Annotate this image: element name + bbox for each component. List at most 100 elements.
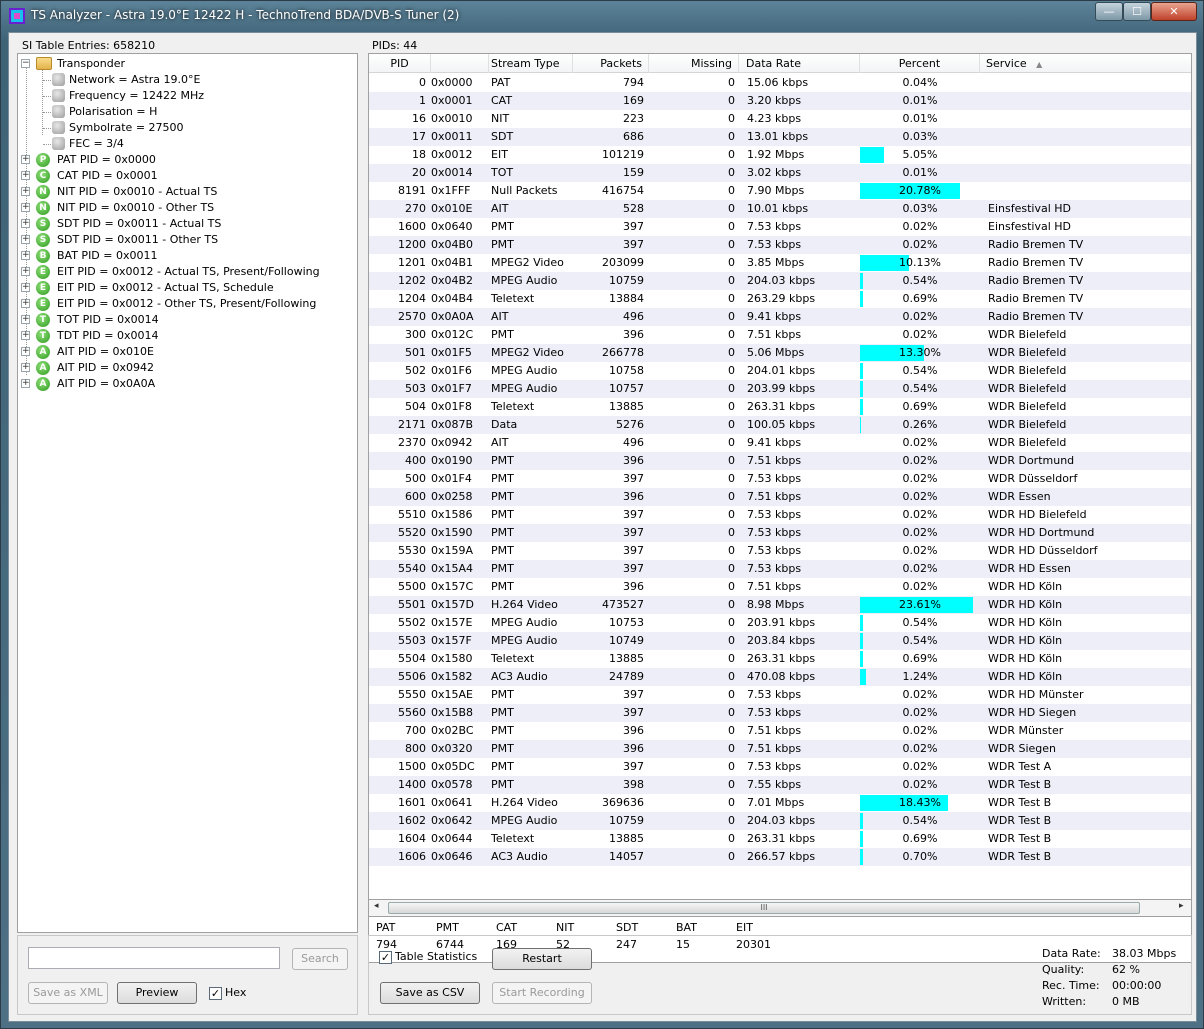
scroll-right-icon[interactable]: ▸ <box>1179 901 1184 911</box>
table-row[interactable]: 400 0x0190 PMT 396 0 7.51 kbps 0.02% WDR Dortmu… <box>369 452 1191 470</box>
table-row[interactable]: 1 0x0001 CAT 169 0 3.20 kbps 0.01% <box>369 92 1191 110</box>
tree-item[interactable]: + S SDT PID = 0x0011 - Actual TS <box>21 216 356 232</box>
table-row[interactable]: 1606 0x0646 AC3 Audio 14057 0 266.57 kbps 0.70… <box>369 848 1191 866</box>
save-as-csv-button[interactable]: Save as CSV <box>380 982 480 1004</box>
column-header-packets[interactable]: Packets <box>573 54 649 73</box>
column-header-percent[interactable]: Percent <box>860 54 980 73</box>
scrollbar-thumb[interactable]: III <box>388 902 1140 914</box>
table-row[interactable]: 504 0x01F8 Teletext 13885 0 263.31 kbps 0.69% W… <box>369 398 1191 416</box>
tree-item[interactable]: + S SDT PID = 0x0011 - Other TS <box>21 232 356 248</box>
table-row[interactable]: 2171 0x087B Data 5276 0 100.05 kbps 0.26% WDR B… <box>369 416 1191 434</box>
tree-item[interactable]: + A AIT PID = 0x010E <box>21 344 356 360</box>
expand-icon[interactable]: + <box>21 203 30 212</box>
column-header-data-rate[interactable]: Data Rate <box>739 54 860 73</box>
tree-item[interactable]: Polarisation = H <box>21 104 356 120</box>
tree-item[interactable]: + N NIT PID = 0x0010 - Actual TS <box>21 184 356 200</box>
table-row[interactable]: 5520 0x1590 PMT 397 0 7.53 kbps 0.02% WDR HD Do… <box>369 524 1191 542</box>
table-row[interactable]: 5560 0x15B8 PMT 397 0 7.53 kbps 0.02% WDR HD Si… <box>369 704 1191 722</box>
table-row[interactable]: 1201 0x04B1 MPEG2 Video 203099 0 3.85 Mbps 10.… <box>369 254 1191 272</box>
search-button[interactable]: Search <box>292 948 348 970</box>
table-row[interactable]: 501 0x01F5 MPEG2 Video 266778 0 5.06 Mbps 13.3… <box>369 344 1191 362</box>
table-row[interactable]: 1204 0x04B4 Teletext 13884 0 263.29 kbps 0.69%… <box>369 290 1191 308</box>
table-row[interactable]: 1202 0x04B2 MPEG Audio 10759 0 204.03 kbps 0.5… <box>369 272 1191 290</box>
table-row[interactable]: 17 0x0011 SDT 686 0 13.01 kbps 0.03% <box>369 128 1191 146</box>
table-row[interactable]: 2370 0x0942 AIT 496 0 9.41 kbps 0.02% WDR Biele… <box>369 434 1191 452</box>
save-as-xml-button[interactable]: Save as XML <box>28 982 108 1004</box>
table-row[interactable]: 5510 0x1586 PMT 397 0 7.53 kbps 0.02% WDR HD Bi… <box>369 506 1191 524</box>
tree-item[interactable]: + A AIT PID = 0x0A0A <box>21 376 356 392</box>
table-row[interactable]: 5540 0x15A4 PMT 397 0 7.53 kbps 0.02% WDR HD Es… <box>369 560 1191 578</box>
table-row[interactable]: 5501 0x157D H.264 Video 473527 0 8.98 Mbps 23.… <box>369 596 1191 614</box>
expand-icon[interactable]: + <box>21 171 30 180</box>
column-header-stream-type[interactable]: Stream Type <box>489 54 573 73</box>
expand-icon[interactable]: + <box>21 331 30 340</box>
table-row[interactable]: 1500 0x05DC PMT 397 0 7.53 kbps 0.02% WDR Test … <box>369 758 1191 776</box>
table-row[interactable]: 5502 0x157E MPEG Audio 10753 0 203.91 kbps 0.5… <box>369 614 1191 632</box>
table-row[interactable]: 2570 0x0A0A AIT 496 0 9.41 kbps 0.02% Radio Bre… <box>369 308 1191 326</box>
expand-icon[interactable]: + <box>21 251 30 260</box>
tree-item[interactable]: + N NIT PID = 0x0010 - Other TS <box>21 200 356 216</box>
table-row[interactable]: 5550 0x15AE PMT 397 0 7.53 kbps 0.02% WDR HD Mü… <box>369 686 1191 704</box>
table-row[interactable]: 18 0x0012 EIT 101219 0 1.92 Mbps 5.05% <box>369 146 1191 164</box>
minimize-button[interactable]: — <box>1095 2 1123 21</box>
hex-checkbox[interactable]: ✓ <box>209 987 222 1000</box>
expand-icon[interactable]: + <box>21 347 30 356</box>
table-row[interactable]: 1200 0x04B0 PMT 397 0 7.53 kbps 0.02% Radio Bre… <box>369 236 1191 254</box>
tree-item[interactable]: FEC = 3/4 <box>21 136 356 152</box>
expand-icon[interactable]: + <box>21 219 30 228</box>
expand-icon[interactable]: + <box>21 267 30 276</box>
table-row[interactable]: 800 0x0320 PMT 396 0 7.51 kbps 0.02% WDR Siegen <box>369 740 1191 758</box>
si-tree[interactable]: − Transponder Network = Astra 19.0°E Freq… <box>17 53 358 933</box>
table-row[interactable]: 270 0x010E AIT 528 0 10.01 kbps 0.03% Einsfesti… <box>369 200 1191 218</box>
table-row[interactable]: 5530 0x159A PMT 397 0 7.53 kbps 0.02% WDR HD Dü… <box>369 542 1191 560</box>
table-row[interactable]: 5503 0x157F MPEG Audio 10749 0 203.84 kbps 0.5… <box>369 632 1191 650</box>
tree-item[interactable]: + A AIT PID = 0x0942 <box>21 360 356 376</box>
table-row[interactable]: 1400 0x0578 PMT 398 0 7.55 kbps 0.02% WDR Test … <box>369 776 1191 794</box>
table-row[interactable]: 700 0x02BC PMT 396 0 7.51 kbps 0.02% WDR Münste… <box>369 722 1191 740</box>
collapse-icon[interactable]: − <box>21 59 30 68</box>
expand-icon[interactable]: + <box>21 235 30 244</box>
tree-item[interactable]: + E EIT PID = 0x0012 - Actual TS, Present/… <box>21 264 356 280</box>
tree-item[interactable]: + B BAT PID = 0x0011 <box>21 248 356 264</box>
table-row[interactable]: 5500 0x157C PMT 396 0 7.51 kbps 0.02% WDR HD Kö… <box>369 578 1191 596</box>
table-row[interactable]: 502 0x01F6 MPEG Audio 10758 0 204.01 kbps 0.54… <box>369 362 1191 380</box>
pid-table[interactable]: PID Stream Type Packets Missing Data Rat… <box>368 53 1192 900</box>
tree-item[interactable]: + T TDT PID = 0x0014 <box>21 328 356 344</box>
column-header-pid[interactable]: PID <box>369 54 431 73</box>
column-header-missing[interactable]: Missing <box>649 54 739 73</box>
table-row[interactable]: 300 0x012C PMT 396 0 7.51 kbps 0.02% WDR Bielef… <box>369 326 1191 344</box>
table-row[interactable]: 1604 0x0644 Teletext 13885 0 263.31 kbps 0.69%… <box>369 830 1191 848</box>
scroll-left-icon[interactable]: ◂ <box>374 901 379 911</box>
tree-item[interactable]: + C CAT PID = 0x0001 <box>21 168 356 184</box>
expand-icon[interactable]: + <box>21 187 30 196</box>
horizontal-scrollbar[interactable]: ◂ III ▸ <box>368 900 1192 917</box>
table-row[interactable]: 5504 0x1580 Teletext 13885 0 263.31 kbps 0.69%… <box>369 650 1191 668</box>
title-bar[interactable]: TS Analyzer - Astra 19.0°E 12422 H - Tec… <box>1 1 1203 31</box>
start-recording-button[interactable]: Start Recording <box>492 982 592 1004</box>
table-row[interactable]: 503 0x01F7 MPEG Audio 10757 0 203.99 kbps 0.54… <box>369 380 1191 398</box>
tree-item[interactable]: + E EIT PID = 0x0012 - Other TS, Present/F… <box>21 296 356 312</box>
maximize-button[interactable]: ☐ <box>1123 2 1151 21</box>
expand-icon[interactable]: + <box>21 315 30 324</box>
column-header-pid-hex[interactable] <box>431 54 489 73</box>
table-row[interactable]: 500 0x01F4 PMT 397 0 7.53 kbps 0.02% WDR Düssel… <box>369 470 1191 488</box>
table-row[interactable]: 8191 0x1FFF Null Packets 416754 0 7.90 Mbps 20… <box>369 182 1191 200</box>
table-row[interactable]: 0 0x0000 PAT 794 0 15.06 kbps 0.04% <box>369 74 1191 92</box>
expand-icon[interactable]: + <box>21 283 30 292</box>
tree-item-transponder[interactable]: − Transponder <box>21 56 341 72</box>
table-row[interactable]: 1601 0x0641 H.264 Video 369636 0 7.01 Mbps 18.… <box>369 794 1191 812</box>
table-row[interactable]: 5506 0x1582 AC3 Audio 24789 0 470.08 kbps 1.24… <box>369 668 1191 686</box>
tree-item[interactable]: + P PAT PID = 0x0000 <box>21 152 356 168</box>
tree-item[interactable]: Symbolrate = 27500 <box>21 120 356 136</box>
expand-icon[interactable]: + <box>21 379 30 388</box>
column-header-service[interactable]: Service ▲ <box>980 54 1191 73</box>
tree-item[interactable]: Frequency = 12422 MHz <box>21 88 356 104</box>
table-row[interactable]: 1600 0x0640 PMT 397 0 7.53 kbps 0.02% Einsfesti… <box>369 218 1191 236</box>
close-button[interactable]: ✕ <box>1151 2 1197 21</box>
table-row[interactable]: 16 0x0010 NIT 223 0 4.23 kbps 0.01% <box>369 110 1191 128</box>
table-row[interactable]: 600 0x0258 PMT 396 0 7.51 kbps 0.02% WDR Essen <box>369 488 1191 506</box>
tree-item[interactable]: + T TOT PID = 0x0014 <box>21 312 356 328</box>
expand-icon[interactable]: + <box>21 299 30 308</box>
expand-icon[interactable]: + <box>21 363 30 372</box>
table-row[interactable]: 20 0x0014 TOT 159 0 3.02 kbps 0.01% <box>369 164 1191 182</box>
